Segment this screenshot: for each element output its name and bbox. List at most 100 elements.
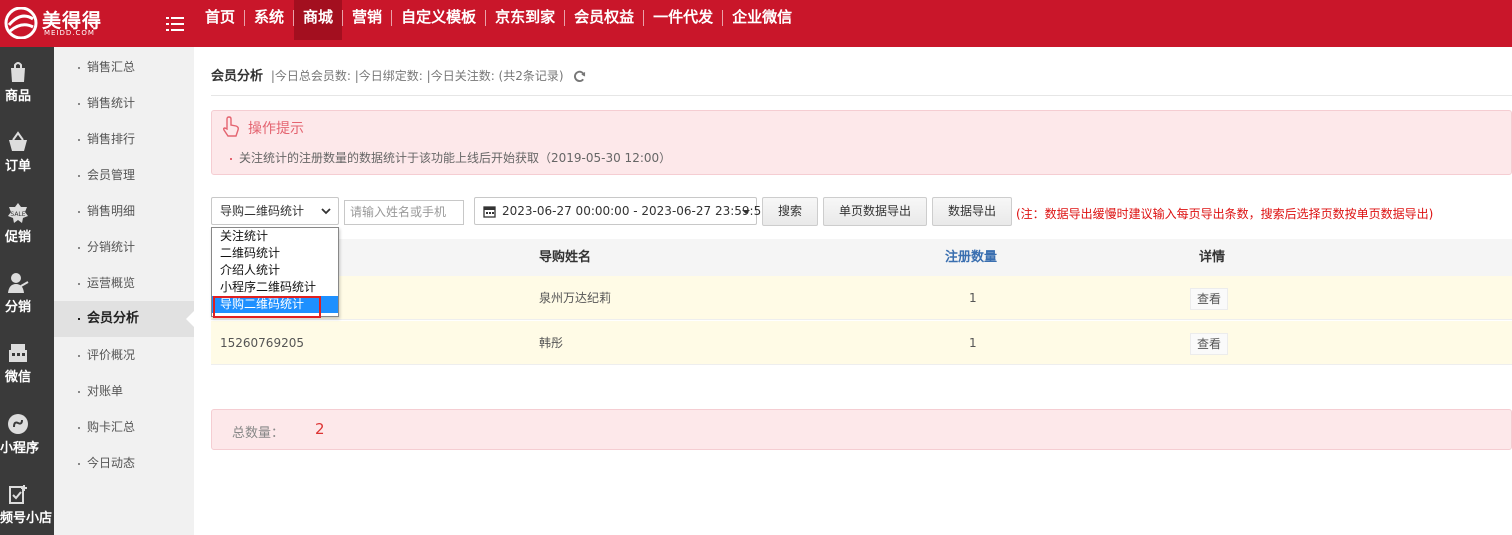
rail-label: 小程序 (0, 441, 40, 456)
cell-register-count: 1 (969, 291, 977, 305)
option-miniprogram-qrcode-stats[interactable]: 小程序二维码统计 (212, 279, 338, 296)
subnav-label: 运营概览 (87, 276, 136, 290)
rail-label: 分销 (4, 300, 31, 315)
subnav-item-card-summary[interactable]: 购卡汇总 (54, 409, 194, 445)
wechat-shop-icon (9, 344, 27, 362)
header-divider (211, 95, 1512, 96)
table-header: 导购姓名 注册数量 详情 (211, 239, 1512, 276)
bullet-dot (78, 317, 80, 320)
bullet-dot (78, 210, 80, 213)
column-header-guide-name: 导购姓名 (539, 250, 592, 265)
brand-logo[interactable]: 美得得 MEIDD.COM (0, 0, 150, 47)
bullet-dot (78, 282, 80, 285)
subnav-label: 评价概况 (87, 348, 136, 362)
menu-toggle-icon[interactable] (166, 17, 184, 31)
option-qrcode-stats[interactable]: 二维码统计 (212, 245, 338, 262)
bullet-dot (230, 157, 232, 160)
topnav-item-mall[interactable]: 商城 (294, 0, 343, 40)
caret-down-icon (742, 210, 750, 214)
column-header-register-count[interactable]: 注册数量 (945, 239, 997, 276)
topnav-item-dropship[interactable]: 一件代发 (644, 0, 722, 40)
topnav-item-custom-template[interactable]: 自定义模板 (392, 0, 485, 40)
total-label: 总数量： (232, 426, 285, 441)
stats-type-select[interactable]: 导购二维码统计 (211, 197, 339, 225)
option-guide-qrcode-stats[interactable]: 导购二维码统计 (212, 296, 338, 313)
rail-label: 频号小店 (0, 511, 53, 526)
column-header-detail: 详情 (1199, 250, 1226, 265)
view-button[interactable]: 查看 (1190, 333, 1228, 355)
topnav-item-marketing[interactable]: 营销 (343, 0, 391, 40)
bullet-dot (78, 102, 80, 105)
search-input[interactable]: 请输入姓名或手机 (344, 200, 464, 225)
bullet-dot (78, 246, 80, 249)
video-shop-icon (9, 485, 27, 504)
subnav-item-member-analysis[interactable]: 会员分析 (54, 301, 194, 337)
logo-mark-icon (4, 7, 38, 39)
top-nav: 首页 系统 商城 营销 自定义模板 京东到家 会员权益 一件代发 企业微信 (196, 0, 801, 47)
topnav-item-home[interactable]: 首页 (196, 0, 244, 40)
shopping-bag-icon (11, 62, 25, 82)
subnav-item-sales-stats[interactable]: 销售统计 (54, 85, 194, 121)
page-title: 会员分析 (211, 69, 264, 84)
export-note: (注：数据导出缓慢时建议输入每页导出条数，搜索后选择页数按单页数据导出) (1016, 207, 1434, 221)
search-button[interactable]: 搜索 (762, 197, 818, 226)
tips-text-content: 关注统计的注册数量的数据统计于该功能上线后开始获取（2019-05-30 12:… (239, 151, 672, 165)
page-export-button[interactable]: 单页数据导出 (823, 197, 927, 226)
topnav-item-jd-home[interactable]: 京东到家 (486, 0, 564, 40)
rail-item-goods[interactable]: 商品 (0, 47, 54, 111)
rail-item-miniprogram[interactable]: 小程序 (0, 399, 54, 463)
rail-item-wechat[interactable]: 微信 (0, 328, 54, 392)
view-button[interactable]: 查看 (1190, 288, 1228, 310)
option-follow-stats[interactable]: 关注统计 (212, 228, 338, 245)
mini-program-icon (8, 414, 28, 434)
topnav-item-wecom[interactable]: 企业微信 (723, 0, 801, 40)
tips-title: 操作提示 (248, 121, 304, 137)
rail-label: 商品 (4, 89, 31, 104)
cell-guide-name: 韩彤 (539, 336, 564, 350)
rail-item-video-shop[interactable]: 频号小店 (0, 469, 54, 533)
calendar-icon (483, 206, 496, 218)
rail-item-orders[interactable]: 订单 (0, 117, 54, 181)
chevron-down-icon (321, 208, 331, 215)
sub-sidebar: 销售汇总 销售统计 销售排行 会员管理 销售明细 分销统计 运营概览 会员分析 … (54, 47, 194, 535)
subnav-item-distribution-stats[interactable]: 分销统计 (54, 229, 194, 265)
data-export-button[interactable]: 数据导出 (932, 197, 1012, 226)
subnav-label: 销售明细 (87, 204, 136, 218)
rail-label: 微信 (4, 370, 31, 385)
subnav-item-sales-ranking[interactable]: 销售排行 (54, 121, 194, 157)
subnav-item-review-overview[interactable]: 评价概况 (54, 337, 194, 373)
option-referrer-stats[interactable]: 介绍人统计 (212, 262, 338, 279)
tips-panel: 操作提示 关注统计的注册数量的数据统计于该功能上线后开始获取（2019-05-3… (211, 110, 1512, 175)
table-row: 泉州万达纪莉 1 查看 (211, 276, 1512, 320)
bullet-dot (78, 390, 80, 393)
subnav-label: 会员分析 (87, 311, 140, 326)
subnav-label: 购卡汇总 (87, 420, 136, 434)
subnav-item-sales-detail[interactable]: 销售明细 (54, 193, 194, 229)
bullet-dot (78, 426, 80, 429)
subnav-item-operation-overview[interactable]: 运营概览 (54, 265, 194, 301)
refresh-icon[interactable] (573, 70, 586, 83)
date-range-value: 2023-06-27 00:00:00 - 2023-06-27 23:59:5… (502, 204, 769, 218)
tips-text: 关注统计的注册数量的数据统计于该功能上线后开始获取（2019-05-30 12:… (230, 149, 671, 166)
subnav-label: 今日动态 (87, 456, 136, 470)
topnav-item-system[interactable]: 系统 (245, 0, 293, 40)
rail-item-distribution[interactable]: 分销 (0, 258, 54, 322)
bullet-dot (78, 138, 80, 141)
subnav-item-member-management[interactable]: 会员管理 (54, 157, 194, 193)
rail-label: 促销 (4, 230, 31, 245)
subnav-item-statement[interactable]: 对账单 (54, 373, 194, 409)
total-value: 2 (315, 420, 325, 438)
date-range-picker[interactable]: 2023-06-27 00:00:00 - 2023-06-27 23:59:5… (474, 197, 769, 225)
rail-item-promotion[interactable]: SALE 促销 (0, 188, 54, 252)
subnav-label: 对账单 (87, 384, 124, 398)
total-bar: 总数量： 2 (211, 409, 1512, 450)
stats-type-dropdown: 关注统计 二维码统计 介绍人统计 小程序二维码统计 导购二维码统计 (211, 227, 339, 317)
select-value: 导购二维码统计 (220, 204, 305, 218)
subnav-item-sales-summary[interactable]: 销售汇总 (54, 49, 194, 85)
top-bar: 美得得 MEIDD.COM 首页 系统 商城 营销 自定义模板 京东到家 会员权… (0, 0, 1512, 47)
sale-badge-icon: SALE (8, 203, 28, 223)
cell-register-count: 1 (969, 336, 977, 350)
subnav-item-today-activity[interactable]: 今日动态 (54, 445, 194, 481)
hand-pointer-icon (222, 116, 239, 137)
topnav-item-member-benefits[interactable]: 会员权益 (565, 0, 643, 40)
